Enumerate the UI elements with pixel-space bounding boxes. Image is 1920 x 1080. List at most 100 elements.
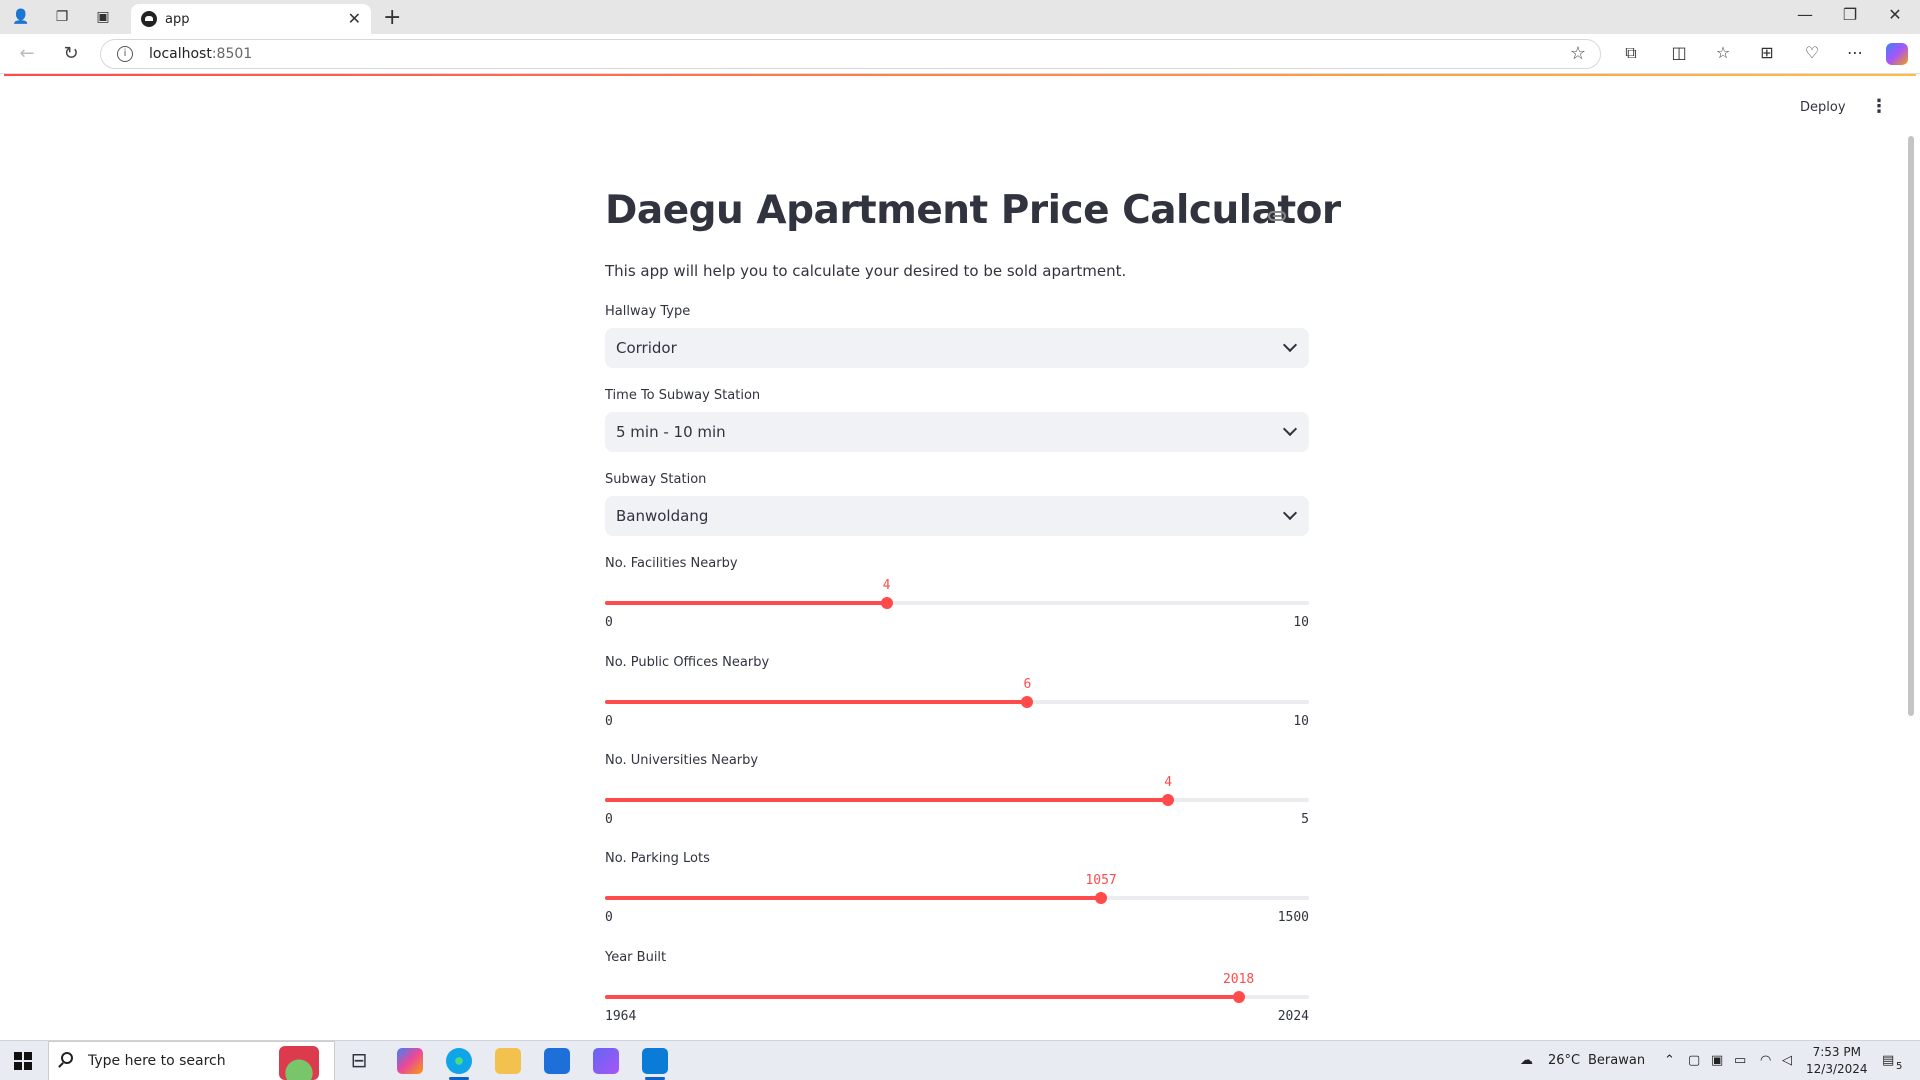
minimize-icon[interactable]: — [1790, 5, 1820, 24]
slider-thumb[interactable] [1232, 991, 1245, 1003]
close-tab-icon[interactable]: ✕ [348, 9, 361, 28]
parking-lots-label: No. Parking Lots [605, 851, 710, 866]
hallway-type-select[interactable]: Corridor [605, 328, 1309, 368]
slider-thumb[interactable] [1162, 794, 1175, 806]
split-screen-icon[interactable]: ◫ [1667, 43, 1691, 62]
profile-icon[interactable]: 👤 [11, 7, 31, 27]
favorite-star-icon[interactable]: ☆ [1570, 43, 1586, 64]
public-offices-slider[interactable]: 6 0 10 [605, 677, 1309, 737]
url-text: localhost:8501 [149, 46, 252, 62]
facilities-slider[interactable]: 4 0 10 [605, 578, 1309, 638]
slider-max: 10 [1293, 615, 1309, 630]
site-info-icon[interactable]: i [117, 46, 133, 62]
chevron-down-icon [1282, 421, 1298, 437]
speaker-muted-icon[interactable]: ◁ [1782, 1053, 1792, 1068]
tray-app2-icon[interactable]: ▣ [1711, 1053, 1723, 1068]
slider-thumb[interactable] [1095, 892, 1108, 904]
slider-fill [605, 700, 1028, 704]
public-offices-label: No. Public Offices Nearby [605, 655, 770, 670]
notification-icon[interactable]: ▤ [1882, 1053, 1894, 1068]
vscode-icon[interactable] [642, 1048, 668, 1080]
slider-fill [605, 601, 887, 605]
universities-slider[interactable]: 4 0 5 [605, 775, 1309, 835]
favorites-icon[interactable]: ☆ [1711, 43, 1735, 62]
mail-icon[interactable] [544, 1048, 570, 1074]
search-highlight-image [279, 1046, 319, 1080]
streamlit-top-decoration [4, 74, 1916, 76]
url-host: localhost [149, 46, 212, 62]
browser-tab-strip: 👤 ❐ ▣ app ✕ + — ❐ ✕ [0, 0, 1920, 34]
tab-actions-icon[interactable]: ▣ [93, 7, 113, 27]
subway-station-value: Banwoldang [616, 507, 709, 525]
universities-label: No. Universities Nearby [605, 753, 759, 768]
workspaces-icon[interactable]: ❐ [52, 7, 72, 27]
slider-current-value: 1057 [1085, 873, 1117, 888]
slider-min: 0 [605, 714, 613, 729]
extensions-icon[interactable]: ⧉ [1619, 43, 1643, 63]
address-bar-row: ← ↻ i localhost:8501 ☆ ⧉ ◫ ☆ ⊞ ♡ ⋯ [0, 34, 1920, 74]
back-icon[interactable]: ← [15, 43, 39, 64]
taskbar-search-placeholder: Type here to search [88, 1053, 226, 1069]
browser-tab[interactable]: app ✕ [131, 4, 371, 34]
slider-min: 0 [605, 812, 613, 827]
weather-temp[interactable]: 26°C [1548, 1053, 1580, 1068]
page-scrollbar[interactable] [1908, 136, 1914, 716]
task-view-icon[interactable]: ⊟ [346, 1048, 372, 1074]
page-title: Daegu Apartment Price Calculator [605, 188, 1341, 233]
app-launcher-icon[interactable] [593, 1048, 619, 1074]
copilot-icon[interactable] [1886, 43, 1908, 65]
main-menu-icon[interactable]: ⋮ [1870, 98, 1888, 120]
notification-count: 5 [1896, 1061, 1903, 1072]
restore-icon[interactable]: ❐ [1835, 5, 1865, 24]
slider-min: 0 [605, 910, 613, 925]
new-tab-button[interactable]: + [383, 5, 401, 30]
slider-max: 2024 [1277, 1009, 1309, 1024]
subway-station-label: Subway Station [605, 472, 707, 487]
search-icon [61, 1052, 73, 1064]
slider-min: 1964 [605, 1009, 637, 1024]
slider-fill [605, 896, 1102, 900]
weather-icon[interactable]: ☁ [1520, 1053, 1533, 1068]
hallway-type-label: Hallway Type [605, 304, 691, 319]
streamlit-favicon-icon [141, 11, 157, 27]
windows-taskbar: Type here to search ⊟ ☁ 26°C Berawan ⌃ ▢… [0, 1040, 1920, 1080]
slider-max: 10 [1293, 714, 1309, 729]
file-explorer-icon[interactable] [495, 1048, 521, 1074]
time-to-subway-value: 5 min - 10 min [616, 423, 726, 441]
weather-desc[interactable]: Berawan [1588, 1053, 1645, 1068]
clock-time: 7:53 PM [1812, 1045, 1861, 1059]
facilities-label: No. Facilities Nearby [605, 556, 738, 571]
time-to-subway-select[interactable]: 5 min - 10 min [605, 412, 1309, 452]
battery-icon[interactable]: ▭ [1734, 1053, 1746, 1068]
hallway-type-value: Corridor [616, 339, 677, 357]
slider-thumb[interactable] [880, 597, 893, 609]
close-window-icon[interactable]: ✕ [1880, 5, 1910, 24]
slider-current-value: 4 [882, 578, 891, 593]
slider-fill [605, 798, 1169, 802]
taskbar-clock[interactable]: 7:53 PM 12/3/2024 [1806, 1044, 1868, 1078]
show-hidden-icons-icon[interactable]: ⌃ [1664, 1053, 1675, 1068]
slider-min: 0 [605, 615, 613, 630]
browser-essentials-icon[interactable]: ♡ [1800, 43, 1824, 62]
collections-icon[interactable]: ⊞ [1755, 43, 1779, 62]
deploy-button[interactable]: Deploy [1800, 100, 1846, 115]
page-subtitle: This app will help you to calculate your… [605, 262, 1127, 280]
settings-more-icon[interactable]: ⋯ [1843, 43, 1867, 62]
wifi-icon[interactable]: ◠ [1760, 1053, 1771, 1068]
windows-start-icon[interactable] [14, 1052, 32, 1070]
taskbar-search-box[interactable]: Type here to search [48, 1041, 335, 1080]
edge-browser-icon[interactable] [446, 1048, 472, 1080]
slider-thumb[interactable] [1021, 696, 1034, 708]
reload-icon[interactable]: ↻ [59, 43, 83, 64]
copilot-taskbar-icon[interactable] [397, 1048, 423, 1074]
slider-fill [605, 995, 1239, 999]
parking-lots-slider[interactable]: 1057 0 1500 [605, 873, 1309, 933]
slider-max: 5 [1301, 812, 1309, 827]
url-field[interactable]: i localhost:8501 ☆ [100, 39, 1601, 69]
chevron-down-icon [1282, 337, 1298, 353]
anchor-link-icon[interactable] [1268, 211, 1286, 221]
tray-app-icon[interactable]: ▢ [1688, 1053, 1700, 1068]
subway-station-select[interactable]: Banwoldang [605, 496, 1309, 536]
slider-current-value: 2018 [1222, 972, 1255, 987]
year-built-slider[interactable]: 2018 1964 2024 [605, 972, 1309, 1032]
